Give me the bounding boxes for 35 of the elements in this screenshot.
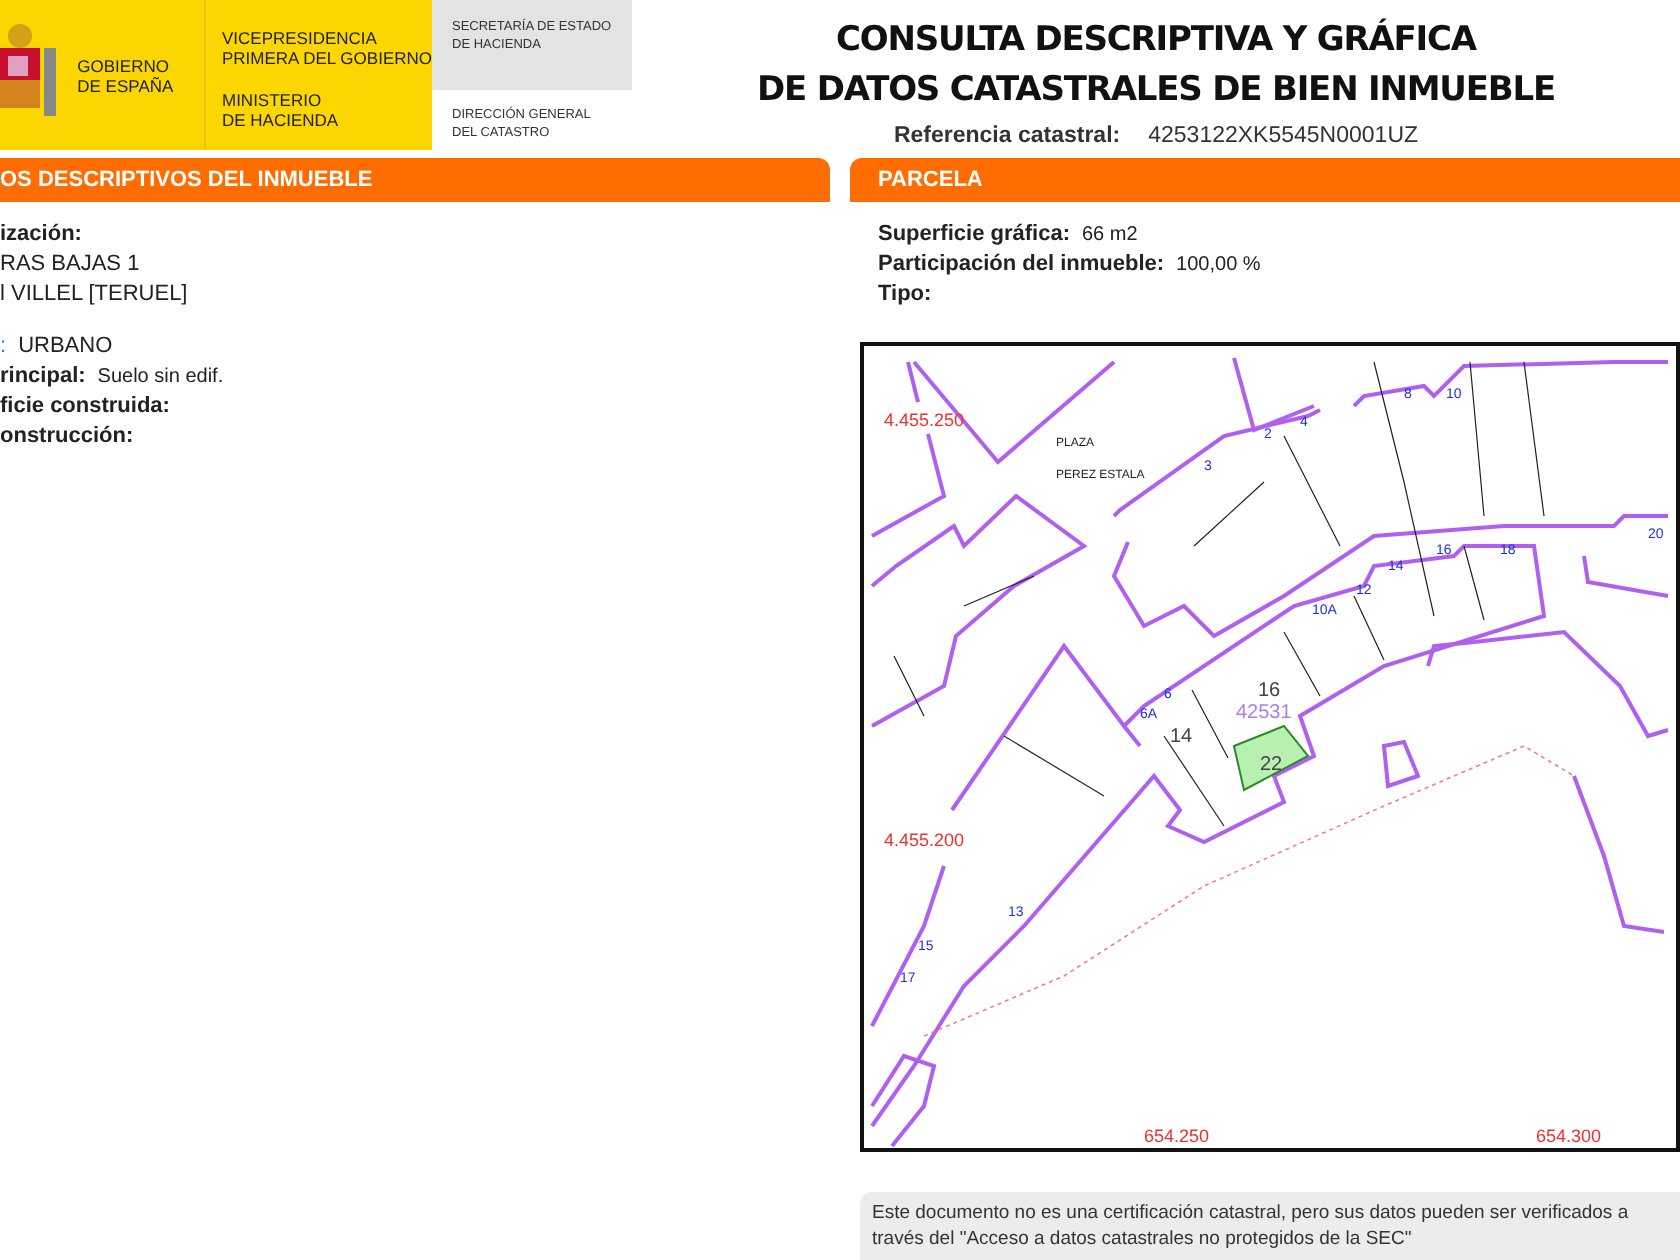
ministry-name: DE HACIENDA [221, 110, 341, 131]
field-value: 100,00 % [1176, 254, 1261, 276]
government-name: GOBIERNO [77, 55, 171, 75]
ministry-name: MINISTERIO [221, 90, 324, 111]
field-label: ficie construida: [0, 394, 170, 418]
field-label: Superficie gráfica: [878, 222, 1070, 246]
map-label: 654.250 [1144, 1126, 1210, 1146]
field-label: rincipal: [0, 364, 86, 388]
field-label: Participación del inmueble: [878, 252, 1165, 276]
map-label: 4.455.250 [884, 410, 965, 430]
document-title: CONSULTA DESCRIPTIVA Y GRÁFICA [836, 16, 1476, 64]
field-label: : [0, 334, 7, 358]
government-name: DE ESPAÑA [77, 75, 176, 95]
map-label: 14 [1170, 726, 1193, 748]
section-header: PARCELA [850, 158, 1680, 202]
vicepresidency-name: PRIMERA DEL GOBIERNO [221, 47, 432, 68]
reference-value: 4253122XK5545N0001UZ [1148, 124, 1419, 148]
map-label: 42531 [1236, 702, 1292, 724]
map-label: 4.455.200 [884, 830, 965, 850]
field-label: ización: [0, 222, 84, 246]
reference-label: Referencia catastral: [893, 124, 1121, 148]
document-title: DE DATOS CATASTRALES DE BIEN INMUEBLE [756, 68, 1555, 114]
field-value: URBANO [18, 334, 113, 358]
disclaimer-note: Este documento no es una certificación catastral, pero sus datos pueden ser verificados a través del "Acceso a datos catastrales no protegidos de la SEC" [860, 1192, 1680, 1260]
field-label: onstrucción: [0, 424, 134, 448]
section-header: OS DESCRIPTIVOS DEL INMUEBLE [0, 158, 830, 202]
field-label: Tipo: [878, 282, 932, 306]
map-label: 654.300 [1536, 1126, 1602, 1146]
address-line: l VILLEL [TERUEL] [0, 282, 190, 306]
field-value: 66 m2 [1081, 224, 1138, 246]
map-label: 22 [1260, 754, 1283, 776]
vicepresidency-name: VICEPRESIDENCIA [221, 27, 379, 48]
address-line: RAS BAJAS 1 [0, 252, 142, 276]
field-value: Suelo sin edif. [97, 366, 224, 388]
map-label: 16 [1258, 680, 1281, 702]
